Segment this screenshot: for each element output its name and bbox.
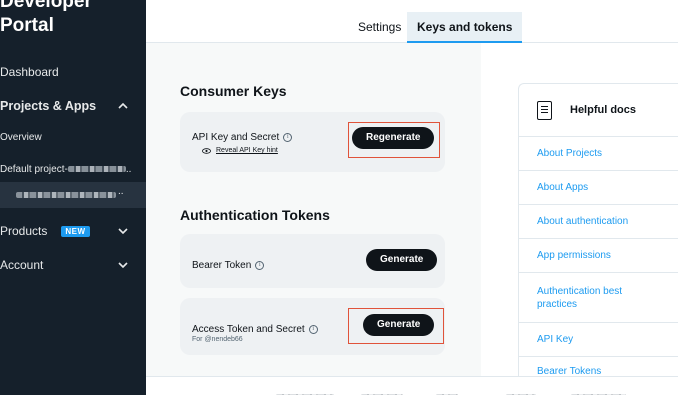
redacted-text — [16, 192, 116, 198]
doc-link-app-permissions[interactable]: App permissions — [519, 239, 678, 273]
right-panel: Helpful docs About Projects About Apps A… — [481, 43, 678, 383]
redacted-text — [67, 166, 126, 172]
info-icon[interactable]: i — [283, 133, 293, 142]
tab-bar: Settings Keys and tokens — [146, 0, 678, 43]
sidebar-item-label: Products — [0, 224, 48, 238]
sidebar-item-products[interactable]: Products NEW — [0, 223, 146, 239]
helpful-docs-panel: Helpful docs About Projects About Apps A… — [518, 83, 678, 383]
sidebar-item-projects-apps[interactable]: Projects & Apps — [0, 97, 146, 115]
doc-link-api-key[interactable]: API Key — [519, 323, 678, 357]
main-content: Consumer Keys API Key and Secret i Revea… — [146, 43, 481, 376]
bearer-token-label: Bearer Token i — [192, 260, 265, 271]
access-token-label-text: Access Token and Secret — [192, 324, 305, 335]
sidebar-item-app-active[interactable]: .. — [0, 182, 146, 208]
api-key-card: API Key and Secret i Reveal API Key hint… — [180, 112, 445, 172]
api-key-label: API Key and Secret i — [192, 132, 293, 143]
bearer-generate-button[interactable]: Generate — [366, 249, 438, 271]
reveal-hint-link[interactable]: Reveal API Key hint — [202, 147, 278, 154]
helpful-docs-title: Helpful docs — [570, 104, 637, 116]
access-token-label: Access Token and Secret i — [192, 324, 318, 335]
sidebar-item-dashboard[interactable]: Dashboard — [0, 64, 146, 80]
brand-line-2: Portal — [0, 15, 54, 36]
sidebar-item-overview[interactable]: Overview — [0, 130, 146, 144]
chevron-down-icon — [118, 228, 128, 235]
doc-link-auth-best-practices[interactable]: Authentication best practices — [519, 273, 678, 323]
reveal-hint-text: Reveal API Key hint — [216, 147, 278, 154]
access-token-card: Access Token and Secret i For @nendeb66 … — [180, 298, 445, 355]
doc-link-about-authentication[interactable]: About authentication — [519, 205, 678, 239]
tab-keys-and-tokens[interactable]: Keys and tokens — [407, 12, 523, 43]
info-icon[interactable]: i — [255, 261, 265, 270]
bearer-token-label-text: Bearer Token — [192, 260, 252, 271]
consumer-keys-title: Consumer Keys — [180, 83, 287, 99]
doc-link-about-apps[interactable]: About Apps — [519, 171, 678, 205]
sidebar-item-label: Projects & Apps — [0, 99, 97, 113]
access-generate-button[interactable]: Generate — [363, 314, 435, 336]
chevron-down-icon — [118, 262, 128, 269]
bearer-token-card: Bearer Token i Generate — [180, 234, 445, 288]
authentication-tokens-title: Authentication Tokens — [180, 207, 330, 223]
eye-icon — [202, 147, 211, 154]
sidebar-item-account[interactable]: Account — [0, 257, 146, 273]
regenerate-button[interactable]: Regenerate — [352, 127, 435, 149]
doc-link-about-projects[interactable]: About Projects — [519, 137, 678, 171]
sidebar: Developer Portal Dashboard Projects & Ap… — [0, 0, 146, 395]
sidebar-item-label: Account — [0, 258, 44, 272]
api-key-label-text: API Key and Secret — [192, 132, 280, 143]
tab-settings[interactable]: Settings — [348, 12, 411, 43]
new-badge: NEW — [61, 225, 90, 237]
info-icon[interactable]: i — [308, 325, 318, 334]
brand-title[interactable]: Developer Portal — [0, 0, 92, 38]
ellipsis: .. — [125, 163, 132, 175]
sidebar-item-default-project[interactable]: Default project- .. — [0, 162, 146, 176]
chevron-up-icon — [118, 102, 128, 109]
document-icon — [537, 100, 552, 120]
sidebar-item-label: Overview — [0, 131, 42, 143]
footer — [146, 376, 678, 395]
ellipsis: .. — [118, 186, 124, 197]
sidebar-item-label: Dashboard — [0, 65, 59, 79]
access-token-sub: For @nendeb66 — [192, 336, 243, 343]
helpful-docs-header: Helpful docs — [519, 84, 678, 137]
brand-line-1: Developer — [0, 0, 92, 12]
sidebar-item-label: Default project- — [0, 163, 68, 175]
